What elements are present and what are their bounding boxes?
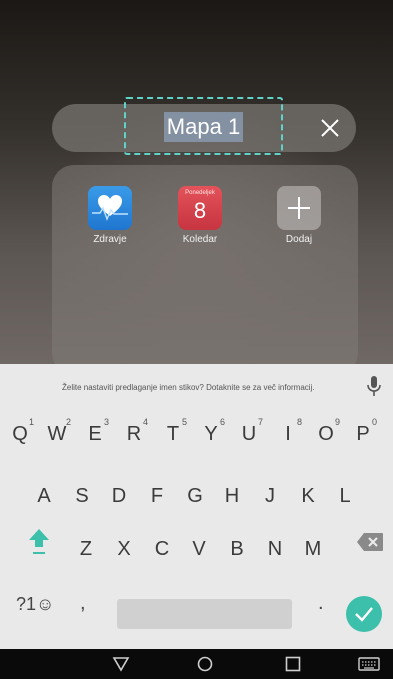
key-g[interactable]: G: [177, 474, 213, 518]
plus-icon: [277, 186, 321, 230]
key-hint: 5: [181, 417, 187, 427]
backspace-icon[interactable]: [356, 532, 384, 552]
key-c[interactable]: C: [144, 527, 180, 571]
key-x[interactable]: X: [106, 527, 142, 571]
app-label: Zdravje: [93, 234, 127, 245]
key-t[interactable]: T5: [155, 412, 191, 456]
checkmark-icon: [355, 607, 373, 622]
key-h[interactable]: H: [214, 474, 250, 518]
key-w[interactable]: W2: [39, 412, 75, 456]
key-label: O: [318, 423, 334, 445]
microphone-icon[interactable]: [366, 374, 382, 398]
key-hint: 3: [103, 417, 109, 427]
enter-button[interactable]: [346, 596, 382, 632]
key-y[interactable]: Y6: [193, 412, 229, 456]
back-triangle-icon[interactable]: [112, 656, 130, 672]
period-key[interactable]: .: [318, 592, 324, 615]
app-label: Dodaj: [285, 234, 313, 245]
app-zdravje[interactable]: Zdravje: [74, 186, 146, 245]
key-label: U: [241, 423, 257, 445]
app-koledar[interactable]: Ponedeljek 8 Koledar: [164, 186, 236, 245]
app-label: Koledar: [182, 234, 218, 245]
key-f[interactable]: F: [139, 474, 175, 518]
suggestion-text[interactable]: Želite nastaviti predlaganje imen stikov…: [62, 383, 315, 392]
key-hint: 0: [371, 417, 377, 427]
key-label: I: [285, 423, 291, 445]
key-hint: 1: [28, 417, 34, 427]
key-i[interactable]: I8: [270, 412, 306, 456]
key-a[interactable]: A: [26, 474, 62, 518]
calendar-day-number: 8: [193, 198, 207, 223]
key-v[interactable]: V: [181, 527, 217, 571]
key-r[interactable]: R4: [116, 412, 152, 456]
key-q[interactable]: Q1: [2, 412, 38, 456]
key-j[interactable]: J: [252, 474, 288, 518]
health-heart-icon: [88, 186, 132, 230]
folder-name-text[interactable]: Mapa 1: [163, 112, 244, 142]
symbols-key[interactable]: ?1☺: [16, 594, 54, 615]
key-hint: 4: [142, 417, 148, 427]
key-o[interactable]: O9: [308, 412, 344, 456]
key-label: R: [126, 423, 142, 445]
key-b[interactable]: B: [219, 527, 255, 571]
key-label: E: [88, 423, 102, 445]
key-l[interactable]: L: [327, 474, 363, 518]
folder-name-field[interactable]: Mapa 1: [124, 105, 283, 149]
key-e[interactable]: E3: [77, 412, 113, 456]
shift-icon[interactable]: [28, 527, 50, 557]
comma-key[interactable]: ,: [80, 592, 86, 615]
key-p[interactable]: P0: [345, 412, 381, 456]
calendar-day-name: Ponedeljek: [185, 190, 215, 196]
key-d[interactable]: D: [101, 474, 137, 518]
key-n[interactable]: N: [257, 527, 293, 571]
home-circle-icon[interactable]: [196, 656, 214, 672]
key-m[interactable]: M: [295, 527, 331, 571]
key-label: Q: [12, 423, 28, 445]
keyboard-toggle-icon[interactable]: [358, 656, 380, 672]
key-s[interactable]: S: [64, 474, 100, 518]
key-u[interactable]: U7: [231, 412, 267, 456]
key-hint: 9: [334, 417, 340, 427]
screen: Mapa 1 Zdravje Ponedeljek 8 Koledar Doda…: [0, 0, 393, 679]
key-hint: 8: [296, 417, 302, 427]
key-hint: 6: [219, 417, 225, 427]
key-hint: 2: [65, 417, 71, 427]
key-label: Y: [204, 423, 218, 445]
key-hint: 7: [257, 417, 263, 427]
key-z[interactable]: Z: [68, 527, 104, 571]
key-label: P: [356, 423, 370, 445]
key-label: W: [47, 423, 67, 445]
recents-square-icon[interactable]: [284, 656, 302, 672]
space-bar[interactable]: [117, 599, 292, 629]
app-dodaj[interactable]: Dodaj: [263, 186, 335, 245]
key-label: T: [166, 423, 180, 445]
key-k[interactable]: K: [290, 474, 326, 518]
close-icon[interactable]: [316, 114, 344, 142]
calendar-icon: Ponedeljek 8: [178, 186, 222, 230]
